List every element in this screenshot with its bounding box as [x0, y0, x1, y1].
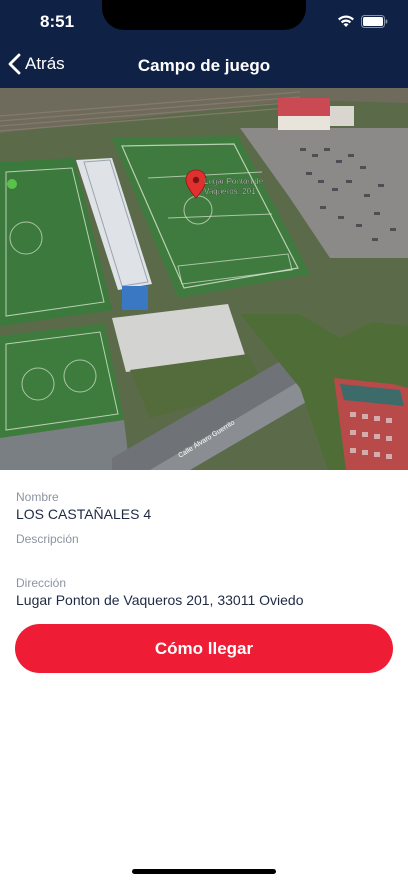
- name-value: LOS CASTAÑALES 4: [16, 506, 152, 522]
- map-pin-label-line1: Lugar Ponton de: [204, 177, 264, 186]
- description-label: Descripción: [16, 532, 79, 546]
- field-details: Nombre LOS CASTAÑALES 4 Descripción Dire…: [16, 490, 392, 608]
- address-value: Lugar Ponton de Vaqueros 201, 33011 Ovie…: [16, 592, 304, 608]
- status-time: 8:51: [40, 12, 75, 31]
- device-notch: [102, 0, 306, 30]
- page-title: Campo de juego: [137, 56, 271, 75]
- home-indicator: [132, 869, 276, 874]
- wifi-icon: [338, 15, 354, 27]
- address-label: Dirección: [16, 576, 67, 590]
- battery-icon: [361, 14, 388, 28]
- map-view[interactable]: Lugar Ponton de Vaqueros, 201 Calle Álva…: [0, 88, 408, 470]
- satellite-map: Lugar Ponton de Vaqueros, 201 Calle Álva…: [0, 88, 408, 470]
- navigation-bar: Atrás Campo de juego: [0, 44, 408, 88]
- description-value: [16, 548, 392, 566]
- name-label: Nombre: [16, 490, 59, 504]
- map-pin-label-line2: Vaqueros, 201: [204, 187, 256, 196]
- app-header: 8:51 Atrás Campo de juego: [0, 0, 408, 88]
- status-icons: [337, 14, 388, 28]
- status-bar: 8:51: [0, 0, 408, 44]
- directions-button[interactable]: Cómo llegar: [15, 624, 393, 673]
